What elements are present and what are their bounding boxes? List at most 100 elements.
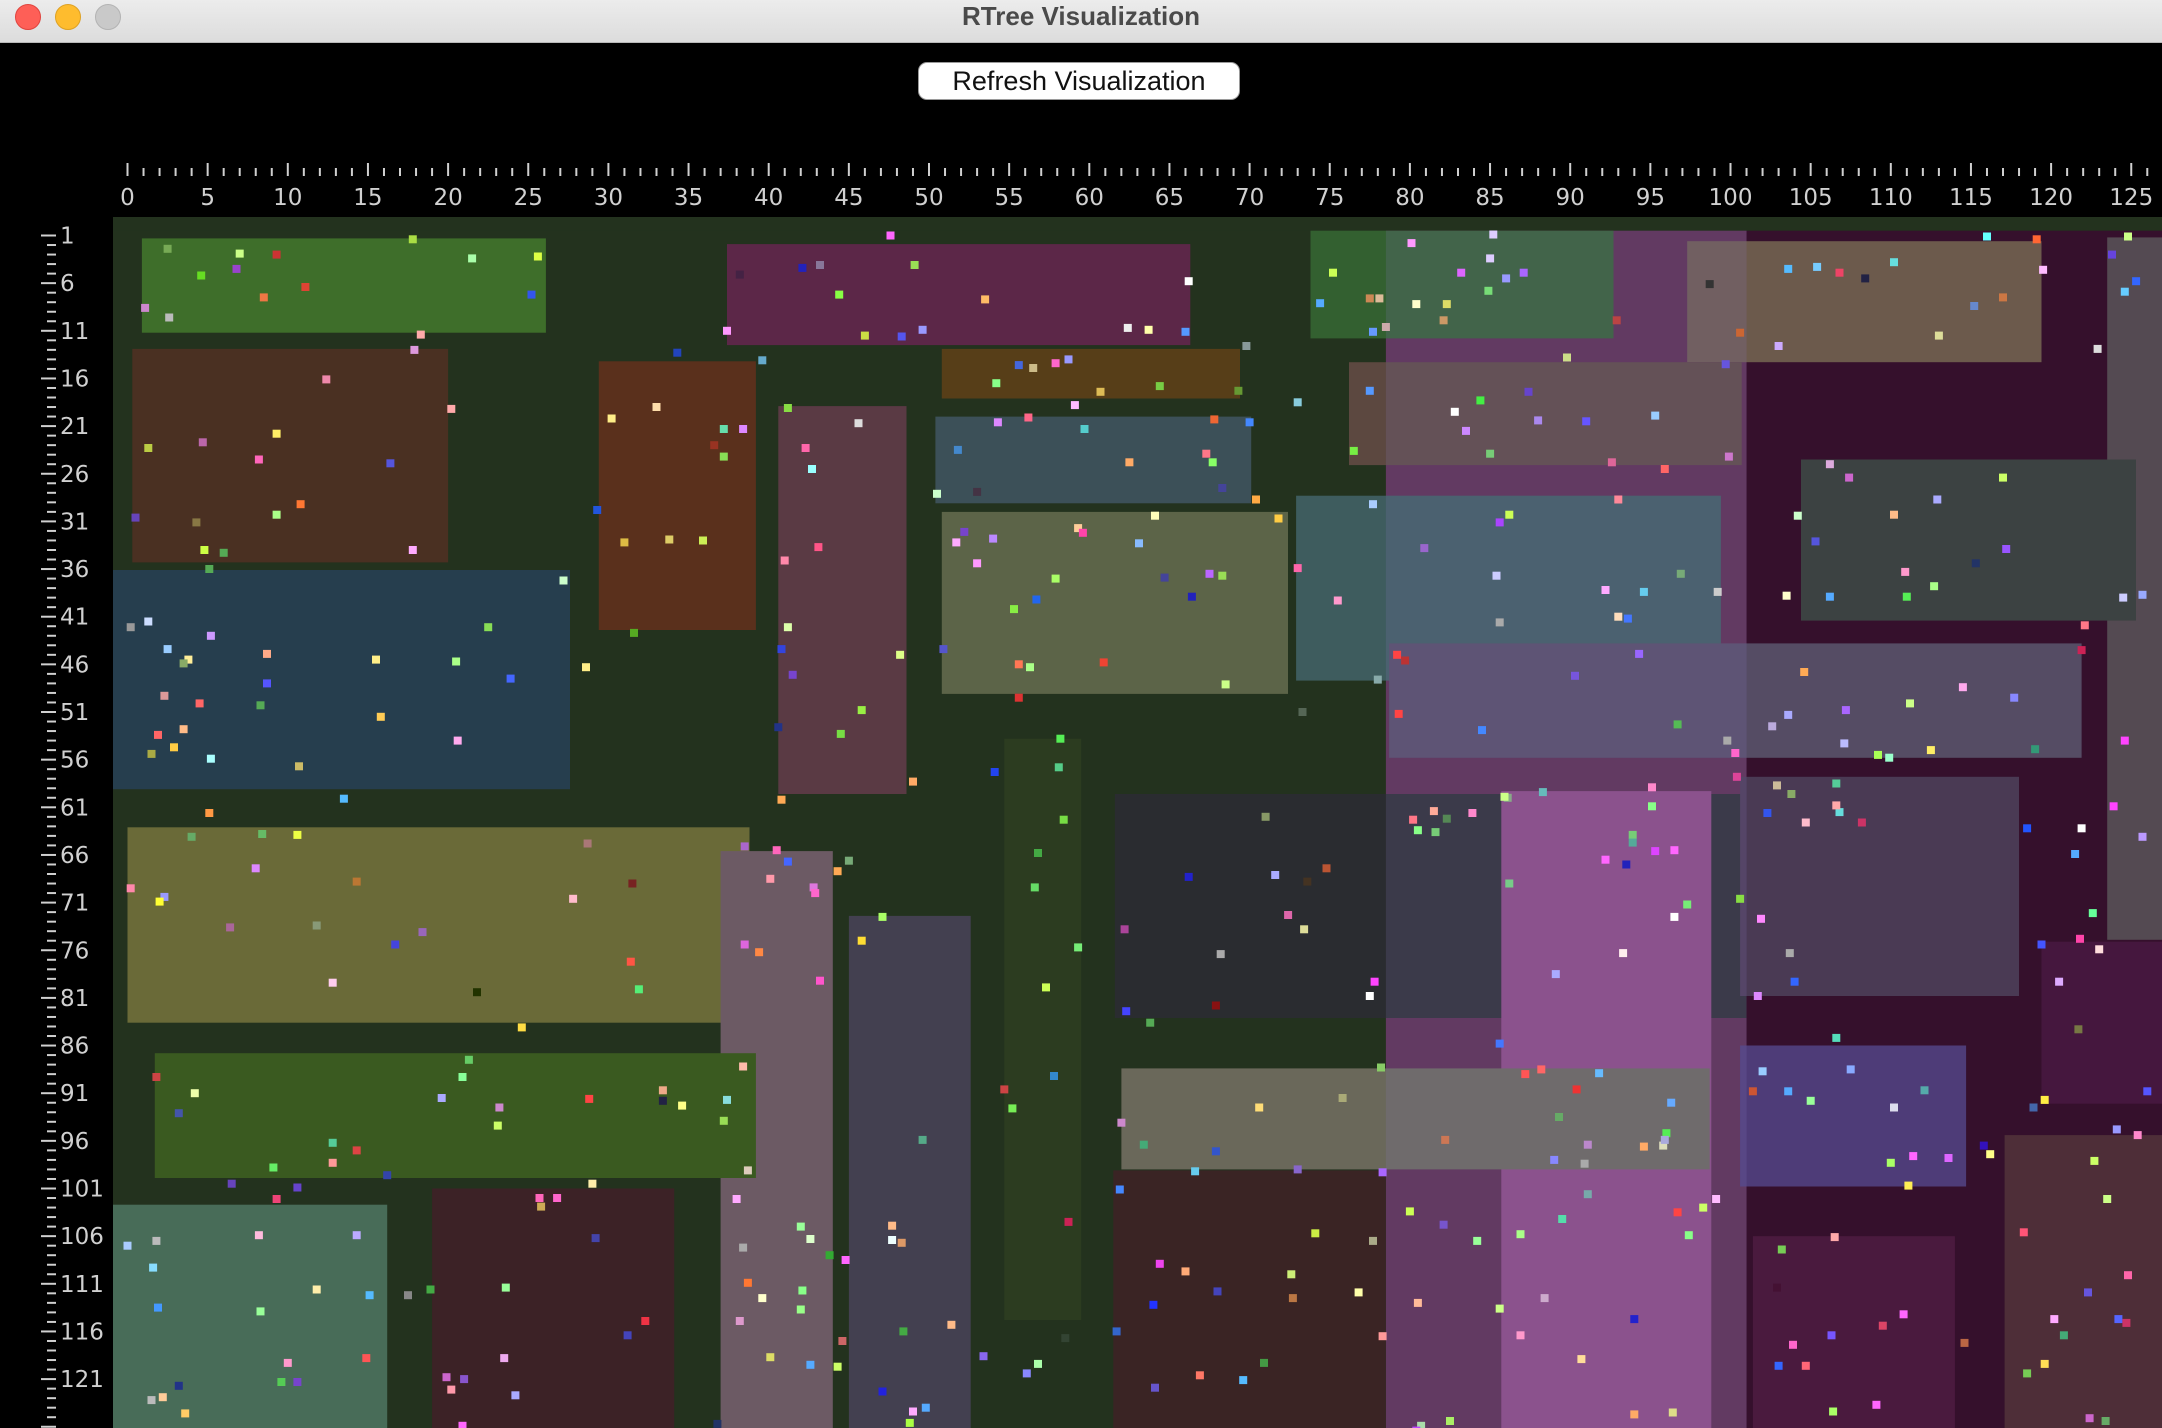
data-point-92 (1202, 449, 1211, 458)
data-point-151 (170, 743, 178, 752)
data-point-331 (1486, 254, 1495, 263)
data-point-138 (263, 679, 271, 688)
data-point-162 (126, 884, 135, 893)
data-point-128 (1365, 294, 1374, 303)
data-point-215 (553, 1194, 562, 1202)
data-point-12 (165, 313, 174, 322)
data-point-81 (1096, 387, 1105, 396)
data-point-113 (1014, 660, 1023, 669)
data-point-42 (630, 628, 638, 637)
refresh-visualization-button[interactable]: Refresh Visualization (918, 62, 1240, 100)
data-point-454 (1832, 1033, 1841, 1042)
data-point-468 (2019, 1228, 2028, 1237)
data-point-552 (1723, 736, 1732, 745)
rtree-plot-area (113, 217, 2162, 1428)
y-tick-label: 61 (60, 795, 89, 821)
data-point-300 (1122, 1007, 1131, 1016)
data-point-143 (256, 701, 265, 710)
data-point-450 (2040, 1095, 2049, 1104)
data-point-213 (588, 1179, 597, 1188)
x-tick-label: 70 (1235, 185, 1264, 211)
data-point-53 (857, 706, 866, 715)
data-point-235 (838, 1337, 847, 1345)
data-point-476 (2122, 1318, 2131, 1327)
data-point-292 (1184, 872, 1193, 881)
data-point-33 (593, 506, 602, 514)
data-point-312 (1338, 1094, 1347, 1102)
data-point-27 (219, 548, 228, 557)
data-point-483 (1801, 1361, 1810, 1370)
data-point-474 (2059, 1331, 2068, 1340)
data-point-549 (1446, 1417, 1454, 1425)
data-point-227 (743, 1278, 752, 1287)
data-point-342 (1476, 396, 1485, 405)
data-point-178 (740, 940, 749, 949)
data-point-509 (1601, 855, 1610, 864)
data-point-522 (1550, 1155, 1559, 1164)
data-point-187 (878, 912, 887, 921)
data-point-156 (187, 832, 196, 841)
data-point-233 (806, 1360, 815, 1369)
data-point-439 (2077, 824, 2086, 833)
data-point-289 (1115, 1185, 1124, 1194)
data-point-186 (755, 948, 764, 957)
data-point-330 (1489, 230, 1498, 239)
data-point-248 (352, 1231, 361, 1240)
data-point-231 (735, 1317, 744, 1325)
data-point-64 (910, 261, 919, 269)
data-point-243 (1061, 1334, 1070, 1343)
data-point-168 (569, 894, 578, 903)
data-point-513 (1505, 879, 1514, 888)
data-point-437 (2138, 832, 2147, 841)
data-point-228 (758, 1294, 767, 1303)
x-tick-label: 45 (834, 185, 863, 211)
data-point-126 (1316, 299, 1325, 308)
data-point-296 (1284, 911, 1293, 919)
data-point-473 (2050, 1315, 2059, 1324)
data-point-254 (362, 1354, 371, 1363)
data-point-273 (713, 1419, 722, 1428)
data-point-103 (1135, 539, 1143, 548)
data-point-142 (506, 674, 515, 683)
data-point-119 (1010, 605, 1018, 614)
data-point-325 (1239, 1376, 1248, 1385)
data-point-117 (1221, 680, 1230, 689)
data-point-384 (1673, 720, 1682, 729)
data-point-393 (1983, 232, 1991, 241)
y-tick-label: 1 (60, 224, 75, 250)
data-point-76 (1029, 364, 1038, 372)
data-point-125 (1293, 398, 1302, 407)
data-point-112 (939, 645, 948, 654)
data-point-177 (766, 874, 775, 883)
data-point-465 (1886, 1158, 1895, 1167)
data-point-490 (1899, 1310, 1908, 1319)
data-point-547 (1630, 1410, 1639, 1419)
data-point-467 (1979, 1141, 1988, 1150)
data-point-471 (2124, 1271, 2132, 1280)
data-point-175 (583, 839, 592, 848)
data-point-429 (1832, 779, 1841, 788)
data-point-480 (2085, 1414, 2094, 1423)
data-point-305 (1117, 1118, 1126, 1127)
data-point-489 (1827, 1331, 1836, 1340)
data-point-444 (2037, 940, 2046, 949)
data-point-242 (979, 1352, 988, 1361)
data-point-421 (2119, 593, 2128, 602)
data-point-413 (1811, 537, 1820, 546)
data-point-16 (447, 404, 456, 413)
data-point-183 (833, 867, 842, 876)
data-point-164 (226, 923, 235, 932)
data-point-221 (806, 1235, 815, 1243)
data-point-19 (144, 444, 153, 452)
data-point-220 (796, 1222, 805, 1231)
data-point-306 (1139, 1140, 1148, 1149)
data-point-419 (1971, 559, 1980, 568)
data-point-310 (1378, 1168, 1387, 1177)
data-point-63 (816, 261, 824, 269)
data-point-372 (1731, 749, 1740, 757)
data-point-340 (1381, 323, 1390, 331)
data-point-238 (878, 1387, 887, 1396)
data-point-453 (1784, 1087, 1793, 1096)
data-point-463 (2112, 1125, 2121, 1134)
data-point-390 (1835, 268, 1844, 277)
